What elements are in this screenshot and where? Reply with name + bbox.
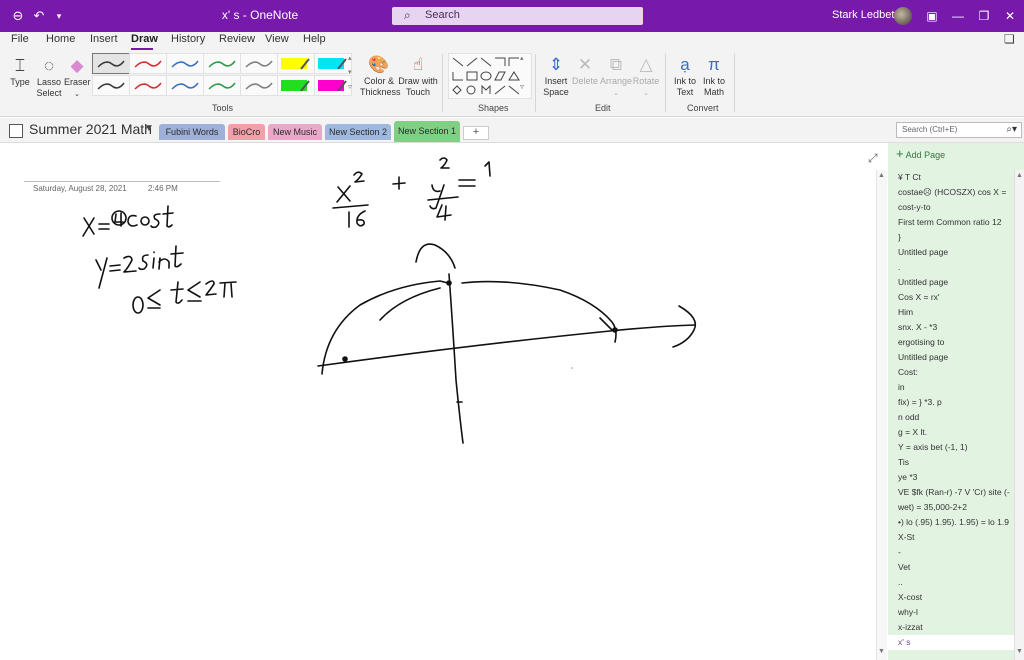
page-list: ¥ T Ct costae☹ (HCOSZX) cos X = cost-y-to F… (888, 170, 1014, 650)
page-list-item[interactable]: Untitled page (888, 350, 1014, 365)
page-list-item[interactable]: fix) = } *3. p (888, 395, 1014, 410)
handwritten-ink[interactable] (0, 0, 1024, 660)
page-list-item[interactable]: - (888, 545, 1014, 560)
page-list-item[interactable]: snx. X - *3 (888, 320, 1014, 335)
page-list-item[interactable]: ergotising to (888, 335, 1014, 350)
canvas-scrollbar[interactable]: ▲ ▼ (876, 170, 887, 660)
page-list-item[interactable]: . (888, 260, 1014, 275)
page-list-item[interactable]: Cos X = rx' (888, 290, 1014, 305)
page-list-item[interactable]: x-izzat (888, 620, 1014, 635)
page-list-item[interactable]: .. (888, 575, 1014, 590)
page-list-item[interactable]: wet) = 35,000-2+2 (888, 500, 1014, 515)
page-list-item[interactable]: Cost: (888, 365, 1014, 380)
page-list-item[interactable]: VE $fk (Ran-r) -7 V 'Cr) site (- (888, 485, 1014, 500)
page-list-scrollbar[interactable]: ▲ ▼ (1014, 170, 1024, 660)
scroll-down-icon[interactable]: ▼ (1016, 648, 1023, 655)
page-list-item[interactable]: Y = axis bet (-1, 1) (888, 440, 1014, 455)
page-list-item[interactable]: costae☹ (HCOSZX) cos X = (888, 185, 1014, 200)
page-list-item[interactable]: X-cost (888, 590, 1014, 605)
page-list-item[interactable]: Untitled page (888, 245, 1014, 260)
page-list-item[interactable]: in (888, 380, 1014, 395)
page-list-item[interactable]: ye *3 (888, 470, 1014, 485)
scroll-up-icon[interactable]: ▲ (878, 172, 885, 179)
add-page-button[interactable]: + Add Page (896, 146, 945, 161)
page-list-item[interactable]: } (888, 230, 1014, 245)
page-list-item[interactable]: g = X lt. (888, 425, 1014, 440)
page-list-item[interactable]: cost-y-to (888, 200, 1014, 215)
scroll-up-icon[interactable]: ▲ (1016, 172, 1023, 179)
plus-icon: + (896, 146, 904, 161)
scroll-down-icon[interactable]: ▼ (878, 648, 885, 655)
page-list-item[interactable]: Him (888, 305, 1014, 320)
page-list-item[interactable]: X-St (888, 530, 1014, 545)
page-list-item[interactable]: Untitled page (888, 275, 1014, 290)
add-page-label: Add Page (905, 150, 946, 160)
page-list-item[interactable]: •) lo (.95) 1.95). 1.95) = lo 1.9 (888, 515, 1014, 530)
page-list-item[interactable]: n odd (888, 410, 1014, 425)
page-list-item[interactable]: ¥ T Ct (888, 170, 1014, 185)
page-list-item[interactable]: why-l (888, 605, 1014, 620)
page-list-item[interactable]: Tis (888, 455, 1014, 470)
page-list-item[interactable]: First term Common ratio 12 (888, 215, 1014, 230)
page-list-item[interactable]: x' s (888, 635, 1014, 650)
page-list-item[interactable]: Vet (888, 560, 1014, 575)
